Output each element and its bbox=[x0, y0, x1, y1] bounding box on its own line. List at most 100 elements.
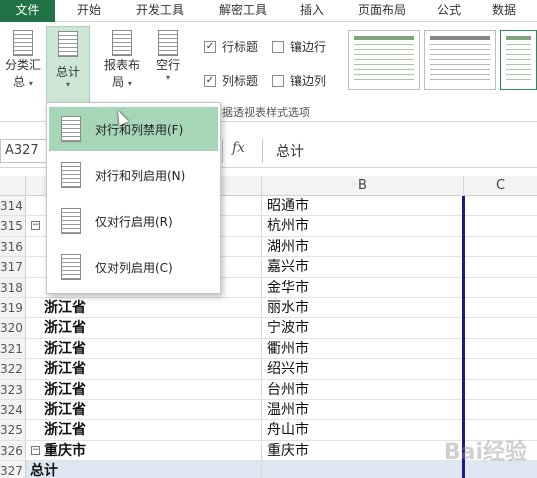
row-number[interactable]: 318 bbox=[0, 277, 26, 297]
row-number[interactable]: 324 bbox=[0, 400, 26, 420]
tab-home[interactable]: 开始 bbox=[63, 0, 115, 22]
cell-city[interactable]: 湖州市 bbox=[262, 237, 462, 256]
subtotals-label-2: 总 bbox=[13, 75, 26, 89]
cell-city[interactable]: 杭州市 bbox=[262, 216, 462, 235]
chevron-down-icon: ▾ bbox=[127, 79, 132, 88]
table-row: 322 浙江省 绍兴市 bbox=[0, 359, 537, 380]
cell-province[interactable]: 浙江省 bbox=[26, 379, 262, 399]
row-number[interactable]: 314 bbox=[0, 196, 26, 216]
cell-city[interactable]: 嘉兴市 bbox=[262, 257, 462, 276]
row-number[interactable]: 327 bbox=[0, 461, 26, 478]
cell-province[interactable]: 浙江省 bbox=[26, 318, 262, 338]
cell-city[interactable]: 重庆市 bbox=[262, 441, 462, 460]
menu-item-off-for-rows-and-columns[interactable]: 对行和列禁用(F) bbox=[49, 107, 218, 151]
tab-data[interactable]: 数据 bbox=[482, 0, 526, 22]
menu-item-label: 仅对列启用(C) bbox=[95, 260, 173, 275]
chevron-down-icon: ▾ bbox=[165, 73, 170, 82]
row-number[interactable]: 320 bbox=[0, 318, 26, 338]
layout-off-icon bbox=[61, 116, 81, 142]
pivot-style-options-group-label: 据透视表样式选项 bbox=[222, 106, 310, 119]
function-icon[interactable]: fx bbox=[232, 140, 245, 156]
report-layout-label-1: 报表布 bbox=[103, 58, 140, 72]
cell-province[interactable]: 浙江省 bbox=[26, 298, 262, 318]
collapse-icon[interactable]: − bbox=[31, 445, 40, 455]
cell-city[interactable]: 宁波市 bbox=[262, 318, 462, 337]
table-row: 319 浙江省 丽水市 bbox=[0, 298, 537, 319]
menu-item-on-for-columns-only[interactable]: 仅对列启用(C) bbox=[49, 245, 218, 289]
blank-rows-button[interactable]: 空行 ▾ bbox=[148, 30, 188, 100]
column-header-b[interactable]: B bbox=[262, 176, 464, 196]
divider bbox=[222, 139, 223, 163]
divider bbox=[262, 139, 263, 163]
menu-item-on-for-rows-only[interactable]: 仅对行启用(R) bbox=[49, 199, 218, 243]
pivot-style-thumbnail-2[interactable] bbox=[424, 30, 496, 90]
cell-city[interactable]: 丽水市 bbox=[262, 298, 462, 317]
checkbox-box bbox=[272, 40, 284, 53]
table-row: 324 浙江省 温州市 bbox=[0, 400, 537, 421]
checkbox-box bbox=[272, 74, 284, 87]
cell-city[interactable]: 昭通市 bbox=[262, 196, 462, 215]
watermark: Bai经验 bbox=[443, 440, 527, 465]
table-row: 320 浙江省 宁波市 bbox=[0, 318, 537, 339]
row-number[interactable]: 323 bbox=[0, 379, 26, 399]
row-number[interactable]: 326 bbox=[0, 440, 26, 461]
row-number[interactable]: 325 bbox=[0, 420, 26, 440]
menu-item-label: 对行和列禁用(F) bbox=[95, 122, 184, 137]
grand-totals-icon bbox=[58, 31, 78, 57]
column-headers-checkbox[interactable]: ✓ 列标题 bbox=[204, 72, 258, 89]
layout-on-icon bbox=[61, 162, 81, 188]
layout-columns-icon bbox=[61, 254, 81, 280]
cell-province[interactable]: 浙江省 bbox=[26, 420, 262, 440]
cell-city[interactable]: 舟山市 bbox=[262, 420, 462, 439]
subtotals-button[interactable]: 分类汇 总 ▾ bbox=[2, 30, 44, 100]
subtotals-icon bbox=[13, 30, 33, 56]
pivot-style-thumbnail-1[interactable] bbox=[348, 30, 420, 90]
cell-city[interactable]: 温州市 bbox=[262, 400, 462, 419]
blank-rows-label: 空行 bbox=[155, 58, 180, 72]
tab-decrypt-tools[interactable]: 解密工具 bbox=[207, 0, 279, 22]
menu-item-label: 仅对行启用(R) bbox=[95, 214, 173, 229]
tab-formulas[interactable]: 公式 bbox=[427, 0, 471, 22]
row-headers-label: 行标题 bbox=[222, 40, 259, 54]
row-number[interactable]: 321 bbox=[0, 338, 26, 359]
blank-rows-icon bbox=[158, 30, 178, 56]
cell-province[interactable]: 浙江省 bbox=[26, 359, 262, 379]
cell-city[interactable] bbox=[262, 461, 462, 478]
row-number[interactable]: 315 bbox=[0, 216, 26, 236]
tab-insert[interactable]: 插入 bbox=[290, 0, 334, 22]
select-all-corner[interactable] bbox=[0, 176, 26, 196]
collapse-icon[interactable]: − bbox=[31, 221, 40, 231]
row-number[interactable]: 322 bbox=[0, 359, 26, 379]
tab-file[interactable]: 文件 bbox=[0, 0, 55, 22]
banded-columns-checkbox[interactable]: 镶边列 bbox=[272, 72, 326, 89]
checkmark-icon: ✓ bbox=[204, 74, 216, 87]
formula-input[interactable]: 总计 bbox=[276, 141, 304, 161]
cell-province[interactable]: 总计 bbox=[26, 461, 262, 478]
banded-rows-checkbox[interactable]: 镶边行 bbox=[272, 38, 326, 55]
tab-page-layout[interactable]: 页面布局 bbox=[346, 0, 418, 22]
grand-totals-button[interactable]: 总计 ▾ bbox=[46, 26, 90, 104]
row-number[interactable]: 316 bbox=[0, 236, 26, 257]
report-layout-label-2: 局 bbox=[112, 75, 125, 89]
grand-totals-dropdown: 对行和列禁用(F) 对行和列启用(N) 仅对行启用(R) 仅对列启用(C) bbox=[46, 102, 221, 294]
cell-province[interactable]: 重庆市 bbox=[26, 440, 262, 461]
name-box[interactable]: A327 bbox=[0, 139, 50, 163]
report-layout-button[interactable]: 报表布 局 ▾ bbox=[100, 30, 144, 100]
pivot-style-thumbnail-3[interactable] bbox=[500, 30, 537, 90]
row-number[interactable]: 319 bbox=[0, 298, 26, 318]
menu-item-label: 对行和列启用(N) bbox=[95, 168, 186, 183]
column-header-c[interactable]: C bbox=[464, 176, 537, 196]
tab-developer[interactable]: 开发工具 bbox=[124, 0, 196, 22]
cell-province[interactable]: 浙江省 bbox=[26, 338, 262, 359]
menu-item-on-for-rows-and-columns[interactable]: 对行和列启用(N) bbox=[49, 153, 218, 197]
cell-city[interactable]: 金华市 bbox=[262, 278, 462, 297]
report-layout-icon bbox=[112, 30, 132, 56]
cell-city[interactable]: 台州市 bbox=[262, 380, 462, 399]
cell-province[interactable]: 浙江省 bbox=[26, 400, 262, 420]
cell-city[interactable]: 衢州市 bbox=[262, 339, 462, 358]
row-number[interactable]: 317 bbox=[0, 257, 26, 277]
cell-city[interactable]: 绍兴市 bbox=[262, 359, 462, 378]
row-headers-checkbox[interactable]: ✓ 行标题 bbox=[204, 38, 258, 55]
grand-totals-label: 总计 bbox=[55, 65, 80, 79]
checkmark-icon: ✓ bbox=[204, 40, 216, 53]
